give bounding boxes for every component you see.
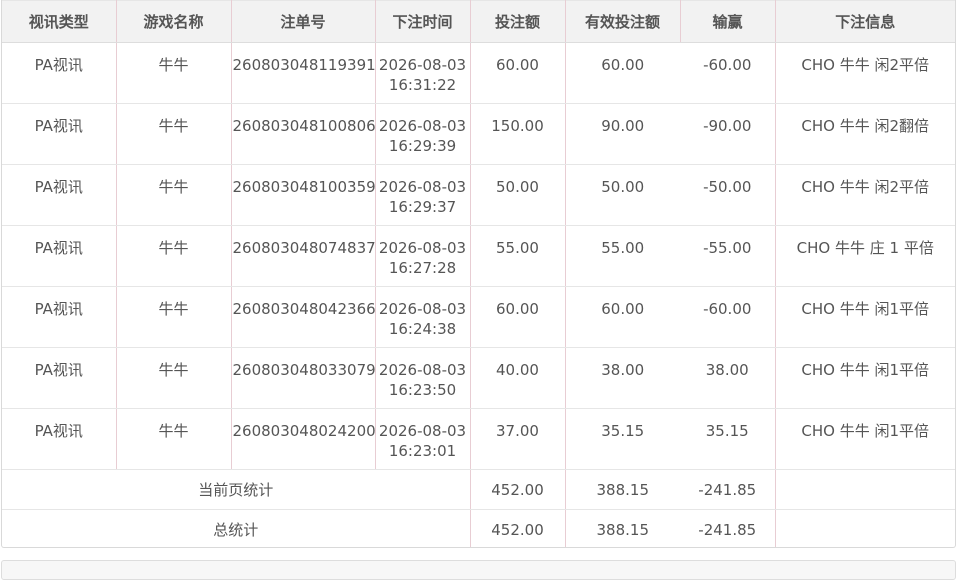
order-number-cell: 260803048100359 [232,178,376,196]
bet-time-cell: 2026-08-03 16:24:38 [376,287,470,339]
bet-amount-cell: 150.00 [491,117,544,135]
live-type-cell: PA视讯 [34,178,83,196]
bet-date: 2026-08-03 [378,178,467,196]
order-number-cell: 260803048024200 [232,422,376,440]
table-row: PA视讯 牛牛 260803048100359 2026-08-03 16:29:… [2,164,955,226]
table-row: PA视讯 牛牛 260803048024200 2026-08-03 16:23:… [2,408,955,470]
table-row: PA视讯 牛牛 260803048042366 2026-08-03 16:24:… [2,286,955,348]
bet-info-cell: CHO 牛牛 闲1平倍 [801,422,930,440]
grand-total-valid-bet: 388.15 [596,520,650,539]
bet-clock-time: 16:29:39 [388,137,457,155]
bet-clock-time: 16:24:38 [388,320,457,338]
grand-total-win-loss: -241.85 [698,520,757,539]
order-number-cell: 260803048074837 [232,239,376,257]
table-header-row: 视讯类型 游戏名称 注单号 下注时间 投注额 有效投注额 输赢 下注信息 [2,0,955,43]
grand-total-label: 总统计 [213,520,259,539]
table-row: PA视讯 牛牛 260803048100806 2026-08-03 16:29:… [2,103,955,165]
win-loss-cell: -55.00 [703,239,752,257]
table-row: PA视讯 牛牛 260803048033079 2026-08-03 16:23:… [2,347,955,409]
order-number-cell: 260803048119391 [232,56,376,74]
win-loss-cell: -60.00 [703,56,752,74]
column-header-bet-info: 下注信息 [775,0,955,43]
bet-time-cell: 2026-08-03 16:23:01 [376,409,470,461]
game-name-cell: 牛牛 [158,178,189,196]
column-header-valid-bet: 有效投注额 [565,0,681,43]
page-total-bet: 452.00 [491,480,544,499]
bet-clock-time: 16:23:01 [388,442,457,460]
order-number-cell: 260803048100806 [232,117,376,135]
win-loss-cell: 38.00 [705,361,749,379]
bet-info-cell: CHO 牛牛 闲1平倍 [801,361,930,379]
bet-info-cell: CHO 牛牛 闲1平倍 [801,300,930,318]
page-total-label: 当前页统计 [198,480,274,499]
column-header-win-loss: 输赢 [680,0,776,43]
live-type-cell: PA视讯 [34,361,83,379]
live-type-cell: PA视讯 [34,239,83,257]
valid-bet-cell: 35.15 [601,422,645,440]
column-header-bet-amount: 投注额 [470,0,566,43]
bet-info-cell: CHO 牛牛 闲2平倍 [801,178,930,196]
order-number-cell: 260803048042366 [232,300,376,318]
game-name-cell: 牛牛 [158,56,189,74]
game-name-cell: 牛牛 [158,361,189,379]
bet-amount-cell: 60.00 [496,300,539,318]
bet-amount-cell: 55.00 [496,239,539,257]
bet-time-cell: 2026-08-03 16:27:28 [376,226,470,278]
win-loss-cell: -90.00 [703,117,752,135]
page-total-row: 当前页统计 452.00 388.15 -241.85 [2,469,955,510]
bet-date: 2026-08-03 [378,422,467,440]
bet-amount-cell: 40.00 [496,361,539,379]
page-total-valid-bet: 388.15 [596,480,650,499]
game-name-cell: 牛牛 [158,117,189,135]
bet-amount-cell: 60.00 [496,56,539,74]
column-header-live-type: 视讯类型 [2,0,117,43]
page-total-win-loss: -241.85 [698,480,757,499]
game-name-cell: 牛牛 [158,422,189,440]
win-loss-cell: 35.15 [705,422,749,440]
bet-clock-time: 16:23:50 [388,381,457,399]
valid-bet-cell: 55.00 [601,239,645,257]
game-name-cell: 牛牛 [158,300,189,318]
bet-date: 2026-08-03 [378,117,467,135]
live-type-cell: PA视讯 [34,117,83,135]
bet-time-cell: 2026-08-03 16:23:50 [376,348,470,400]
bet-amount-cell: 37.00 [496,422,539,440]
valid-bet-cell: 90.00 [601,117,645,135]
bet-time-cell: 2026-08-03 16:29:37 [376,165,470,217]
grand-total-row: 总统计 452.00 388.15 -241.85 [2,509,955,547]
table-row: PA视讯 牛牛 260803048119391 2026-08-03 16:31:… [2,42,955,104]
bet-clock-time: 16:27:28 [388,259,457,277]
bet-info-cell: CHO 牛牛 闲2平倍 [801,56,930,74]
valid-bet-cell: 38.00 [601,361,645,379]
column-header-order-number: 注单号 [231,0,376,43]
bet-amount-cell: 50.00 [496,178,539,196]
bet-date: 2026-08-03 [378,300,467,318]
bet-time-cell: 2026-08-03 16:29:39 [376,104,470,156]
win-loss-cell: -50.00 [703,178,752,196]
table-row: PA视讯 牛牛 260803048074837 2026-08-03 16:27:… [2,225,955,287]
bet-records-table: 视讯类型 游戏名称 注单号 下注时间 投注额 有效投注额 输赢 下注信息 PA视… [1,0,956,548]
game-name-cell: 牛牛 [158,239,189,257]
column-header-game-name: 游戏名称 [116,0,232,43]
bet-clock-time: 16:29:37 [388,198,457,216]
bet-date: 2026-08-03 [378,56,467,74]
order-number-cell: 260803048033079 [232,361,376,379]
valid-bet-cell: 60.00 [601,56,645,74]
column-header-bet-time: 下注时间 [375,0,471,43]
live-type-cell: PA视讯 [34,56,83,74]
bet-date: 2026-08-03 [378,361,467,379]
valid-bet-cell: 60.00 [601,300,645,318]
bet-info-cell: CHO 牛牛 闲2翻倍 [801,117,930,135]
win-loss-cell: -60.00 [703,300,752,318]
bet-date: 2026-08-03 [378,239,467,257]
valid-bet-cell: 50.00 [601,178,645,196]
bet-clock-time: 16:31:22 [388,76,457,94]
bet-info-cell: CHO 牛牛 庄 1 平倍 [796,239,934,257]
live-type-cell: PA视讯 [34,422,83,440]
live-type-cell: PA视讯 [34,300,83,318]
pagination-bar [1,560,956,580]
bet-time-cell: 2026-08-03 16:31:22 [376,43,470,95]
grand-total-bet: 452.00 [491,520,544,539]
